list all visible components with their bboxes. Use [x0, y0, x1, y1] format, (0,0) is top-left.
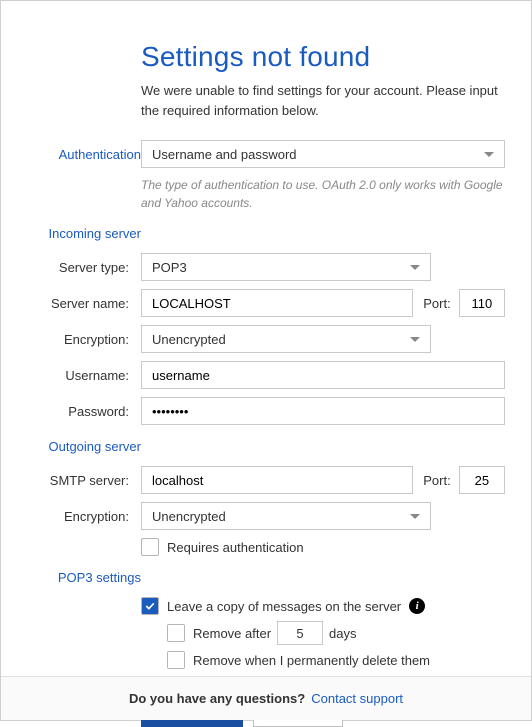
server-type-value: POP3: [152, 260, 187, 275]
outgoing-port-input[interactable]: [459, 466, 505, 494]
outgoing-encryption-value: Unencrypted: [152, 509, 226, 524]
incoming-encryption-value: Unencrypted: [152, 332, 226, 347]
incoming-port-input[interactable]: [459, 289, 505, 317]
username-label: Username:: [27, 368, 141, 383]
chevron-down-icon: [410, 265, 420, 270]
chevron-down-icon: [484, 152, 494, 157]
remove-perm-label: Remove when I permanently delete them: [193, 653, 430, 668]
requires-auth-checkbox[interactable]: [141, 538, 159, 556]
smtp-server-field[interactable]: [152, 473, 402, 488]
server-name-label: Server name:: [27, 296, 141, 311]
outgoing-encryption-select[interactable]: Unencrypted: [141, 502, 431, 530]
username-input[interactable]: [141, 361, 505, 389]
page-title: Settings not found: [141, 41, 505, 73]
leave-copy-checkbox[interactable]: [141, 597, 159, 615]
outgoing-server-heading: Outgoing server: [27, 439, 141, 454]
password-label: Password:: [27, 404, 141, 419]
incoming-encryption-label: Encryption:: [27, 332, 141, 347]
authentication-value: Username and password: [152, 147, 297, 162]
server-name-input[interactable]: [141, 289, 413, 317]
checkmark-icon: [144, 600, 156, 612]
remove-after-checkbox[interactable]: [167, 624, 185, 642]
remove-perm-checkbox[interactable]: [167, 651, 185, 669]
username-field[interactable]: [152, 368, 494, 383]
smtp-server-label: SMTP server:: [27, 473, 141, 488]
incoming-server-heading: Incoming server: [27, 226, 141, 241]
page-subtitle: We were unable to find settings for your…: [141, 81, 505, 120]
smtp-server-input[interactable]: [141, 466, 413, 494]
chevron-down-icon: [410, 337, 420, 342]
incoming-encryption-select[interactable]: Unencrypted: [141, 325, 431, 353]
server-type-select[interactable]: POP3: [141, 253, 431, 281]
remove-after-prefix: Remove after: [193, 626, 271, 641]
password-input[interactable]: [141, 397, 505, 425]
server-name-field[interactable]: [152, 296, 402, 311]
server-type-label: Server type:: [27, 260, 141, 275]
outgoing-port-label: Port:: [413, 473, 458, 488]
pop3-settings-heading: POP3 settings: [27, 570, 141, 585]
password-field[interactable]: [152, 404, 494, 419]
remove-after-suffix: days: [329, 626, 356, 641]
chevron-down-icon: [410, 514, 420, 519]
footer: Do you have any questions? Contact suppo…: [1, 676, 531, 720]
incoming-port-field[interactable]: [470, 296, 494, 311]
authentication-hint: The type of authentication to use. OAuth…: [141, 176, 505, 212]
outgoing-encryption-label: Encryption:: [27, 509, 141, 524]
requires-auth-label: Requires authentication: [167, 540, 304, 555]
incoming-port-label: Port:: [413, 296, 458, 311]
contact-support-link[interactable]: Contact support: [311, 691, 403, 706]
authentication-label: Authentication: [27, 147, 141, 162]
remove-after-days-input[interactable]: 5: [277, 621, 323, 645]
info-icon[interactable]: i: [409, 598, 425, 614]
footer-question: Do you have any questions?: [129, 691, 305, 706]
outgoing-port-field[interactable]: [470, 473, 494, 488]
authentication-select[interactable]: Username and password: [141, 140, 505, 168]
leave-copy-label: Leave a copy of messages on the server: [167, 599, 401, 614]
